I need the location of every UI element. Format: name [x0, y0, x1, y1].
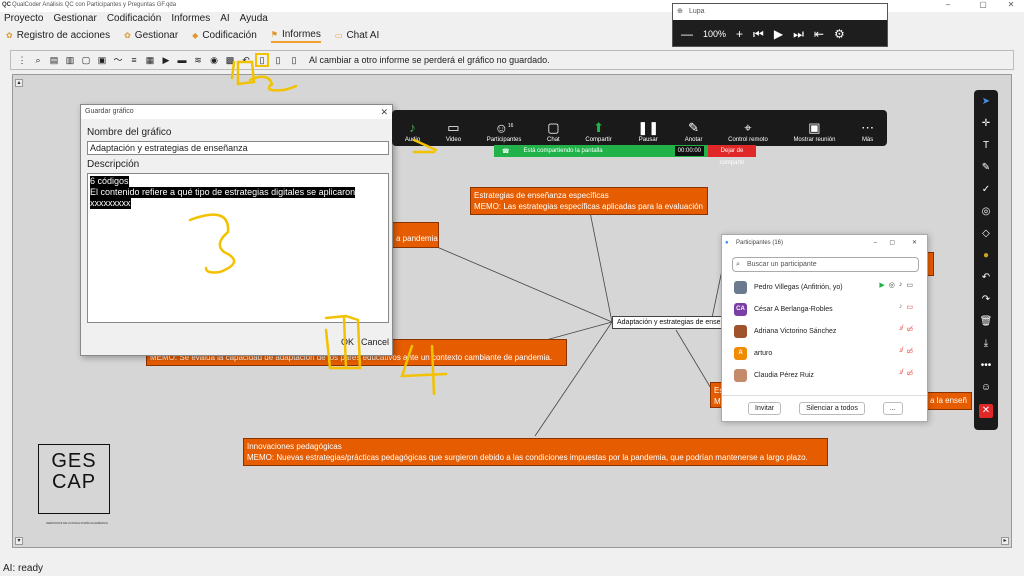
handwritten-annotations [188, 60, 448, 396]
status-bar: AI: ready [3, 563, 44, 574]
